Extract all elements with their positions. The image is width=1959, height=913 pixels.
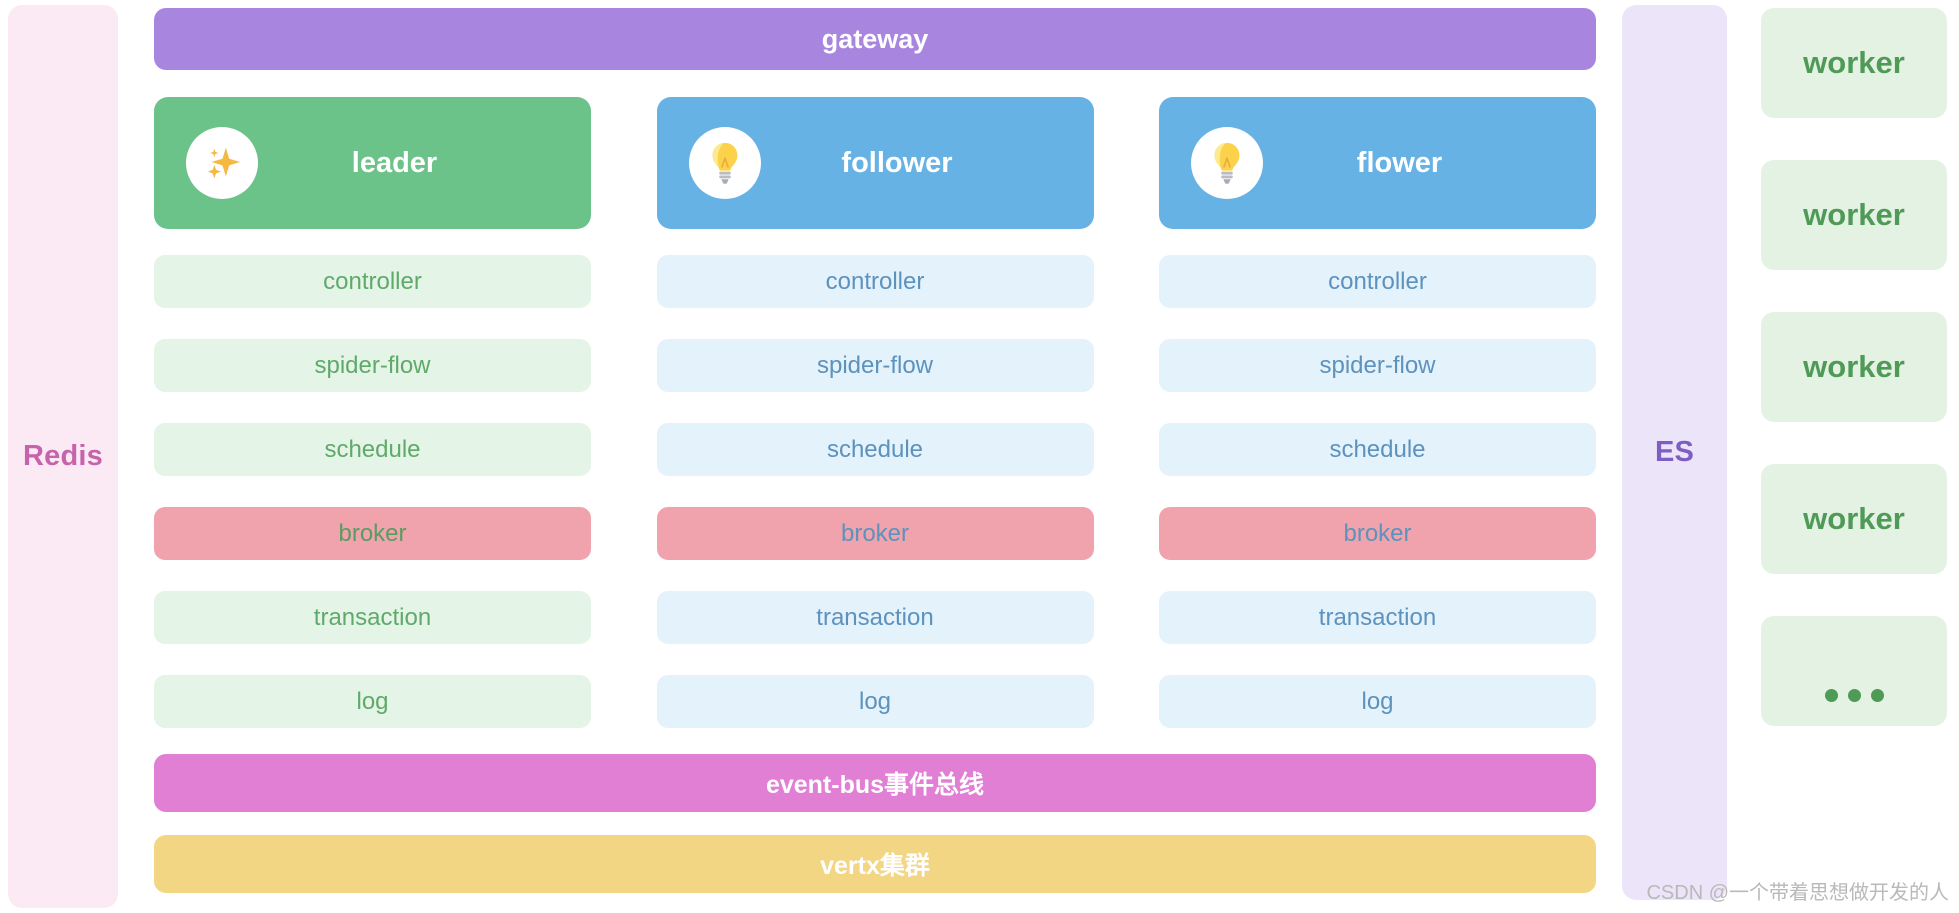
node-row-label: broker: [840, 519, 910, 547]
node-row-label: schedule: [324, 435, 421, 463]
worker-more-indicator[interactable]: [1761, 616, 1947, 726]
node-row-broker[interactable]: broker: [1159, 507, 1596, 560]
node-row-label: transaction: [313, 603, 432, 631]
node-title-flower: flower: [1356, 146, 1443, 179]
node-row-transaction[interactable]: transaction: [1159, 591, 1596, 644]
node-row-controller[interactable]: controller: [1159, 255, 1596, 308]
center-stack: gateway leader controller spider-flow sched…: [154, 0, 1596, 913]
worker-label: worker: [1803, 349, 1905, 384]
node-row-label: log: [858, 687, 892, 715]
node-column-flower: flower controller spider-flow schedule broke…: [1159, 97, 1596, 728]
lightbulb-icon: [1191, 127, 1263, 199]
node-title-leader: leader: [351, 146, 438, 179]
worker-box[interactable]: worker: [1761, 312, 1947, 422]
lightbulb-icon: [688, 127, 761, 199]
node-row-label: controller: [825, 267, 925, 295]
node-title-follower: follower: [841, 146, 953, 179]
node-row-transaction[interactable]: transaction: [154, 591, 591, 644]
node-header-flower[interactable]: flower: [1159, 97, 1596, 229]
es-label: ES: [1654, 436, 1695, 468]
worker-box[interactable]: worker: [1761, 160, 1947, 270]
node-row-transaction[interactable]: transaction: [656, 591, 1094, 644]
node-row-log[interactable]: log: [154, 675, 591, 728]
es-panel: ES: [1622, 5, 1727, 900]
node-row-schedule[interactable]: schedule: [656, 423, 1094, 476]
node-row-label: broker: [338, 519, 407, 547]
node-columns: leader controller spider-flow schedule broke…: [154, 97, 1596, 728]
node-column-leader: leader controller spider-flow schedule broke…: [154, 97, 591, 728]
vertx-bar: vertx集群: [154, 835, 1596, 893]
gateway-bar: gateway: [154, 8, 1596, 70]
node-row-label: controller: [1328, 267, 1427, 295]
worker-label: worker: [1803, 45, 1905, 80]
diagram-canvas: Redis gateway leader controller spider-flo…: [0, 0, 1959, 913]
node-row-label: log: [356, 687, 389, 715]
node-header-follower[interactable]: follower: [656, 97, 1094, 229]
ellipsis-icon: [1824, 689, 1884, 702]
worker-label: worker: [1803, 197, 1905, 232]
node-row-schedule[interactable]: schedule: [1159, 423, 1596, 476]
worker-label: worker: [1803, 501, 1905, 536]
node-row-label: controller: [323, 267, 422, 295]
node-row-spider-flow[interactable]: spider-flow: [656, 339, 1094, 392]
node-row-log[interactable]: log: [1159, 675, 1596, 728]
node-row-label: schedule: [1329, 435, 1426, 463]
node-row-label: spider-flow: [314, 351, 431, 379]
redis-panel: Redis: [8, 5, 118, 908]
watermark: CSDN @一个带着思想做开发的人: [1646, 882, 1949, 904]
node-row-controller[interactable]: controller: [154, 255, 591, 308]
node-row-schedule[interactable]: schedule: [154, 423, 591, 476]
node-row-label: spider-flow: [816, 351, 934, 379]
sparkle-icon: [186, 127, 258, 199]
node-row-log[interactable]: log: [656, 675, 1094, 728]
redis-label: Redis: [23, 440, 103, 472]
node-row-label: schedule: [826, 435, 924, 463]
node-row-broker[interactable]: broker: [154, 507, 591, 560]
event-bus-bar: event-bus事件总线: [154, 754, 1596, 812]
node-header-leader[interactable]: leader: [154, 97, 591, 229]
worker-column: worker worker worker worker: [1761, 8, 1947, 908]
gateway-label: gateway: [821, 23, 929, 54]
worker-box[interactable]: worker: [1761, 464, 1947, 574]
event-bus-label: event-bus事件总线: [765, 771, 985, 799]
worker-box[interactable]: worker: [1761, 8, 1947, 118]
node-row-broker[interactable]: broker: [656, 507, 1094, 560]
node-row-label: spider-flow: [1319, 351, 1436, 379]
node-row-label: transaction: [1318, 603, 1437, 631]
node-row-label: transaction: [816, 603, 934, 631]
node-row-label: log: [1361, 687, 1394, 715]
node-row-label: broker: [1343, 519, 1412, 547]
node-column-follower: follower controller spider-flow schedule bro…: [656, 97, 1094, 728]
node-row-spider-flow[interactable]: spider-flow: [1159, 339, 1596, 392]
vertx-label: vertx集群: [820, 852, 930, 880]
node-row-controller[interactable]: controller: [656, 255, 1094, 308]
node-row-spider-flow[interactable]: spider-flow: [154, 339, 591, 392]
